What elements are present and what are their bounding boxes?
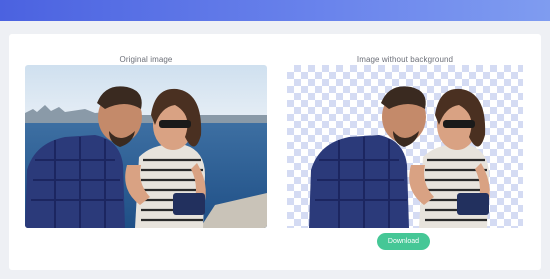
comparison-card: Original image Image without background <box>9 34 541 270</box>
background-removed-image <box>287 65 523 228</box>
top-banner <box>0 0 550 21</box>
result-image-title: Image without background <box>356 55 454 64</box>
people-cutout <box>309 86 490 228</box>
original-image <box>25 65 267 228</box>
original-image-title: Original image <box>119 55 173 64</box>
download-button[interactable]: Download <box>377 233 430 250</box>
